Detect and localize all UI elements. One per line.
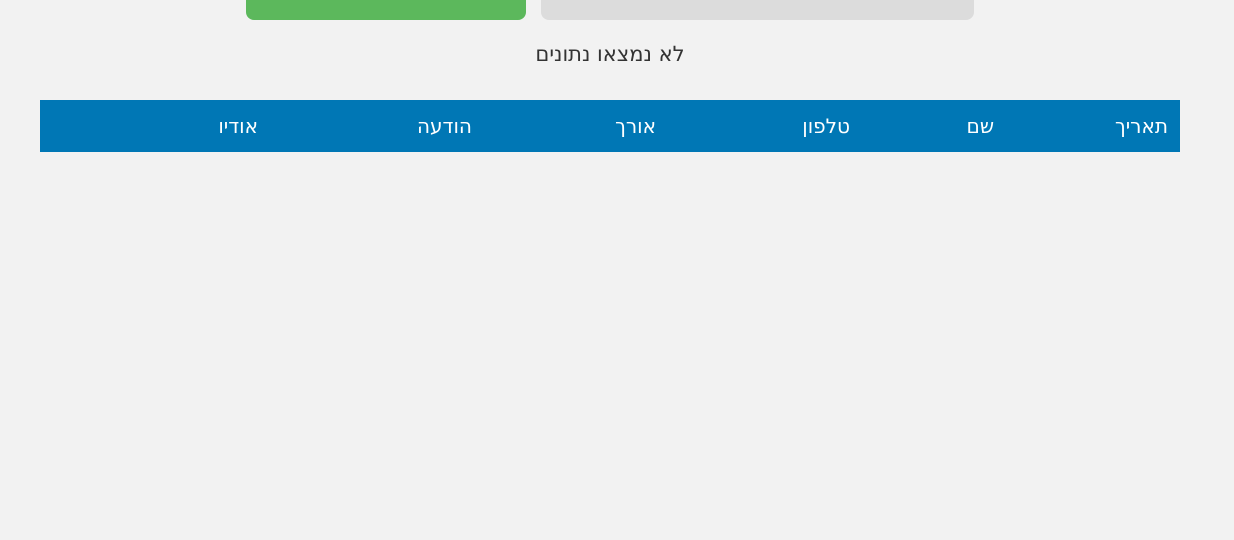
column-header-name[interactable]: שם	[862, 100, 1006, 152]
table-header-row: תאריך שם טלפון אורך הודעה אודיו	[40, 100, 1180, 152]
column-header-phone[interactable]: טלפון	[668, 100, 862, 152]
column-header-audio[interactable]: אודיו	[40, 100, 270, 152]
export-button[interactable]	[246, 0, 526, 20]
date-filter-button[interactable]	[541, 0, 974, 20]
column-header-message[interactable]: הודעה	[270, 100, 484, 152]
messages-table: תאריך שם טלפון אורך הודעה אודיו	[40, 100, 1180, 152]
no-data-message: לא נמצאו נתונים	[535, 42, 685, 66]
column-header-length[interactable]: אורך	[484, 100, 668, 152]
page: לא נמצאו נתונים תאריך שם טלפון אורך הודע…	[0, 0, 1234, 540]
column-header-date[interactable]: תאריך	[1006, 100, 1180, 152]
